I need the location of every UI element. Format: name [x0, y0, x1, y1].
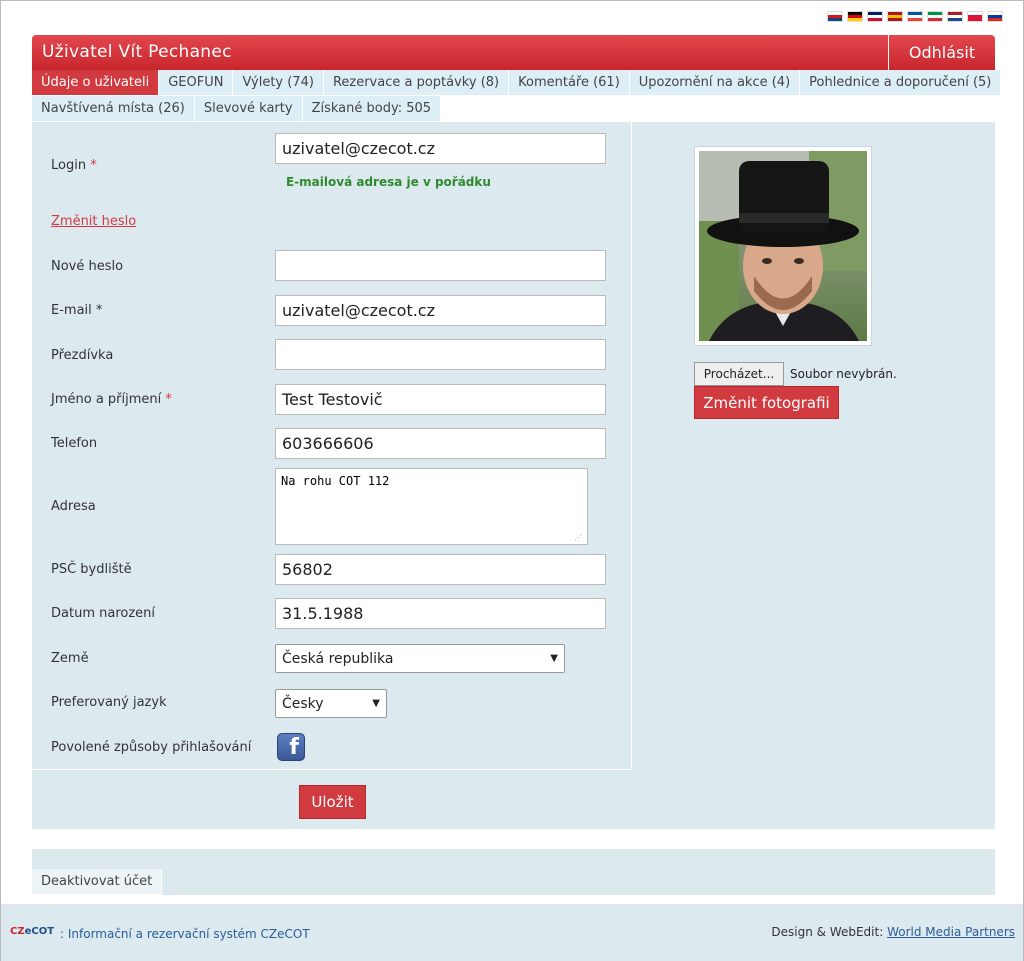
phone-input[interactable] — [275, 428, 606, 459]
credit-link[interactable]: World Media Partners — [887, 925, 1015, 939]
page-header: Uživatel Vít Pechanec Odhlásit — [32, 35, 995, 70]
nl-flag-icon[interactable] — [947, 11, 963, 22]
country-label: Země — [51, 651, 89, 666]
tab-1-5[interactable]: Upozornění na akce (4) — [629, 70, 801, 96]
nickname-label: Přezdívka — [51, 348, 114, 363]
tab-1-2[interactable]: Výlety (74) — [233, 70, 324, 96]
change-password-link[interactable]: Změnit heslo — [51, 214, 136, 229]
tab-1-4[interactable]: Komentáře (61) — [509, 70, 630, 96]
ru-flag-icon[interactable] — [987, 11, 1003, 22]
tab-1-3[interactable]: Rezervace a poptávky (8) — [323, 70, 510, 96]
tabs-row-1: Údaje o uživateli GEOFUN Výlety (74) Rezerv… — [32, 70, 1002, 96]
email-label: E-mail * — [51, 303, 103, 318]
user-form: Login * E-mailová adresa je v pořádku Zm… — [32, 122, 632, 770]
tab-2-1[interactable]: Slevové karty — [194, 96, 303, 122]
deactivate-account-tab[interactable]: Deaktivovat účet — [32, 869, 163, 895]
tabs-row-2: Navštívená místa (26) Slevové karty Získan… — [32, 96, 442, 122]
tab-1-0[interactable]: Údaje o uživateli — [32, 70, 160, 96]
language-select-value: Česky — [282, 695, 324, 712]
account-actions-panel: Deaktivovat účet — [32, 849, 995, 895]
country-select-value: Česká republika — [282, 650, 394, 667]
pl-flag-icon[interactable] — [967, 11, 983, 22]
chevron-down-icon: ▼ — [550, 653, 558, 664]
no-file-label: Soubor nevybrán. — [790, 367, 897, 381]
tab-2-2[interactable]: Získané body: 505 — [302, 96, 442, 122]
resize-grip-icon[interactable]: ⋰ — [574, 533, 584, 543]
chevron-down-icon: ▼ — [372, 698, 380, 709]
language-label: Preferovaný jazyk — [51, 695, 167, 710]
language-select[interactable]: Česky ▼ — [275, 689, 387, 718]
profile-photo — [699, 151, 867, 341]
tab-1-1[interactable]: GEOFUN — [159, 70, 234, 96]
address-textarea[interactable]: Na rohu COT 112 — [275, 468, 588, 545]
browse-file-button[interactable]: Procházet... — [694, 362, 784, 386]
footer-info: : Informační a rezervační systém CZeCOT — [60, 927, 310, 941]
es-flag-icon[interactable] — [887, 11, 903, 22]
cz-flag-icon[interactable] — [827, 11, 843, 22]
footer: CZeCOT : Informační a rezervační systém … — [1, 904, 1023, 961]
login-input[interactable] — [275, 133, 606, 164]
it-flag-icon[interactable] — [927, 11, 943, 22]
phone-label: Telefon — [51, 436, 98, 451]
czecot-logo: CZeCOT — [10, 926, 55, 937]
birth-date-label: Datum narození — [51, 606, 155, 621]
country-select[interactable]: Česká republika ▼ — [275, 644, 565, 673]
change-photo-button[interactable]: Změnit fotografii — [694, 386, 839, 419]
name-input[interactable] — [275, 384, 606, 415]
zip-input[interactable] — [275, 554, 606, 585]
email-input[interactable] — [275, 295, 606, 326]
language-flags — [827, 11, 1003, 22]
save-button[interactable]: Uložit — [299, 785, 366, 819]
de-flag-icon[interactable] — [847, 11, 863, 22]
nickname-input[interactable] — [275, 339, 606, 370]
profile-photo-frame — [694, 146, 872, 346]
address-label: Adresa — [51, 499, 96, 514]
new-password-input[interactable] — [275, 250, 606, 281]
tab-2-0[interactable]: Navštívená místa (26) — [32, 96, 195, 122]
user-details-panel: Login * E-mailová adresa je v pořádku Zm… — [32, 122, 995, 829]
name-label: Jméno a příjmení * — [51, 392, 172, 407]
login-label: Login * — [51, 158, 97, 173]
gb-flag-icon[interactable] — [867, 11, 883, 22]
facebook-icon[interactable]: f — [277, 733, 305, 761]
logout-button[interactable]: Odhlásit — [888, 35, 995, 70]
zip-label: PSČ bydliště — [51, 562, 132, 577]
login-ok-message: E-mailová adresa je v pořádku — [286, 175, 491, 189]
new-password-label: Nové heslo — [51, 259, 124, 274]
tab-1-6[interactable]: Pohlednice a doporučení (5) — [800, 70, 1002, 96]
footer-credit: Design & WebEdit: World Media Partners — [771, 925, 1015, 939]
fr-flag-icon[interactable] — [907, 11, 923, 22]
login-methods-label: Povolené způsoby přihlašování — [51, 740, 252, 755]
birth-date-input[interactable] — [275, 598, 606, 629]
page-title: Uživatel Vít Pechanec — [42, 42, 232, 62]
